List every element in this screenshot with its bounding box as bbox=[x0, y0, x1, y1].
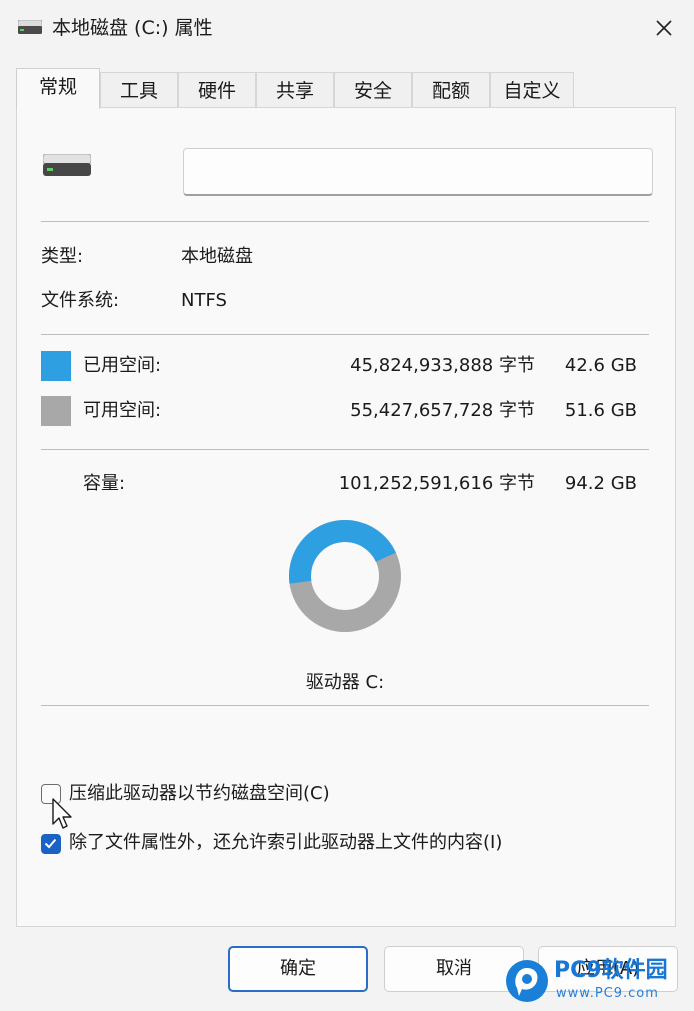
ok-button[interactable]: 确定 bbox=[228, 946, 368, 992]
usage-donut-chart bbox=[289, 520, 401, 632]
used-space-bytes: 45,824,933,888 字节 bbox=[350, 355, 535, 376]
used-space-swatch bbox=[41, 351, 71, 381]
compress-checkbox[interactable] bbox=[41, 784, 61, 804]
title-bar: 本地磁盘 (C:) 属性 bbox=[0, 0, 694, 56]
separator bbox=[41, 705, 649, 706]
watermark-url: www.PC9.com bbox=[556, 986, 659, 1001]
filesystem-label: 文件系统: bbox=[41, 290, 120, 311]
close-icon bbox=[656, 20, 672, 36]
index-label[interactable]: 除了文件属性外，还允许索引此驱动器上文件的内容(I) bbox=[69, 830, 502, 856]
free-space-swatch bbox=[41, 396, 71, 426]
checkmark-icon bbox=[44, 838, 57, 849]
drive-name-input[interactable] bbox=[183, 148, 653, 196]
separator bbox=[41, 334, 649, 335]
tab-strip: 常规 工具 硬件 共享 安全 配额 自定义 bbox=[16, 68, 666, 109]
general-panel: 类型: 本地磁盘 文件系统: NTFS 已用空间: 45,824,933,888… bbox=[16, 107, 676, 927]
tab-tools[interactable]: 工具 bbox=[100, 72, 178, 108]
separator bbox=[41, 449, 649, 450]
close-button[interactable] bbox=[640, 8, 688, 48]
tab-quota[interactable]: 配额 bbox=[412, 72, 490, 108]
index-checkbox[interactable] bbox=[41, 834, 61, 854]
watermark-title: PC9软件园 bbox=[554, 958, 668, 983]
drive-icon bbox=[18, 20, 42, 34]
hard-drive-icon bbox=[43, 154, 91, 176]
used-space-size: 42.6 GB bbox=[564, 355, 637, 376]
tab-customize[interactable]: 自定义 bbox=[490, 72, 574, 108]
filesystem-value: NTFS bbox=[181, 290, 227, 311]
capacity-size: 94.2 GB bbox=[564, 473, 637, 494]
separator bbox=[41, 221, 649, 222]
used-space-label: 已用空间: bbox=[83, 355, 162, 376]
free-space-label: 可用空间: bbox=[83, 400, 162, 421]
free-space-size: 51.6 GB bbox=[564, 400, 637, 421]
watermark: PC9软件园 www.PC9.com bbox=[498, 956, 694, 1011]
tab-security[interactable]: 安全 bbox=[334, 72, 412, 108]
window-title: 本地磁盘 (C:) 属性 bbox=[52, 17, 213, 39]
capacity-bytes: 101,252,591,616 字节 bbox=[338, 473, 535, 494]
tab-hardware[interactable]: 硬件 bbox=[178, 72, 256, 108]
watermark-logo-icon bbox=[506, 960, 548, 1002]
capacity-label: 容量: bbox=[83, 473, 126, 494]
tab-general[interactable]: 常规 bbox=[16, 68, 100, 109]
properties-window: 本地磁盘 (C:) 属性 常规 工具 硬件 共享 安全 配额 自定义 类型: 本… bbox=[0, 0, 694, 1011]
type-label: 类型: bbox=[41, 246, 84, 267]
type-value: 本地磁盘 bbox=[181, 246, 253, 267]
tab-sharing[interactable]: 共享 bbox=[256, 72, 334, 108]
free-space-bytes: 55,427,657,728 字节 bbox=[350, 400, 535, 421]
drive-label: 驱动器 C: bbox=[305, 672, 385, 693]
compress-label[interactable]: 压缩此驱动器以节约磁盘空间(C) bbox=[69, 781, 330, 807]
